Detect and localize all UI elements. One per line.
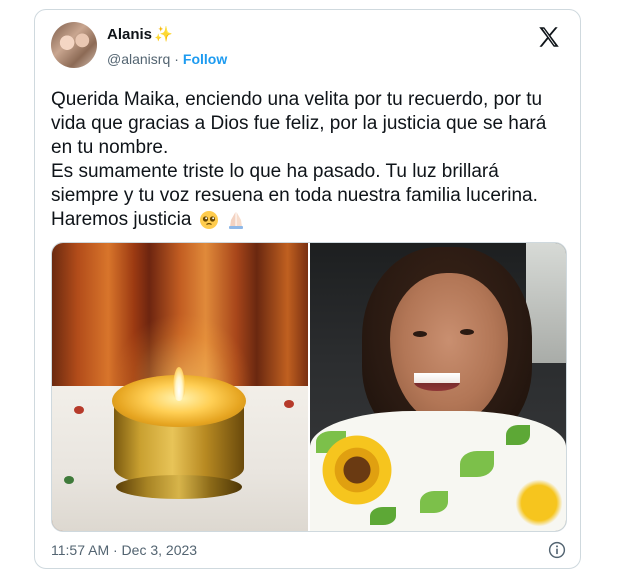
candle-photo[interactable]	[52, 243, 308, 531]
tweet-paragraph: Haremos justicia	[51, 209, 192, 230]
tweet-paragraph: Es sumamente triste lo que ha pasado. Tu…	[51, 161, 538, 206]
x-logo-icon[interactable]	[536, 24, 562, 50]
sunflower-print	[318, 431, 396, 509]
info-icon[interactable]	[548, 541, 566, 559]
media-grid	[51, 242, 567, 532]
author-handle[interactable]: @alanisrq	[107, 51, 170, 67]
timestamp-link[interactable]: 11:57 AM · Dec 3, 2023	[51, 542, 197, 558]
woman-selfie-photo[interactable]	[310, 243, 566, 531]
face	[390, 273, 508, 423]
avatar[interactable]	[51, 22, 97, 68]
tweet-paragraph-last: Haremos justicia	[51, 208, 566, 232]
tweet-card[interactable]: Alanis ✨ @alanisrq · Follow Querida Maik…	[34, 9, 581, 569]
separator-dot: ·	[174, 51, 179, 67]
tweet-text: Querida Maika, enciendo una velita por t…	[51, 88, 566, 232]
handle-row: @alanisrq · Follow	[107, 51, 227, 67]
sparkle-icon: ✨	[154, 26, 173, 43]
display-name[interactable]: Alanis	[107, 26, 152, 43]
tweet-paragraph: Querida Maika, enciendo una velita por t…	[51, 89, 547, 158]
tweet-footer: 11:57 AM · Dec 3, 2023	[51, 541, 566, 559]
pleading-face-icon	[199, 210, 218, 229]
author-name-row[interactable]: Alanis ✨	[107, 26, 173, 43]
folded-hands-icon	[229, 211, 243, 229]
follow-button[interactable]: Follow	[183, 51, 227, 67]
